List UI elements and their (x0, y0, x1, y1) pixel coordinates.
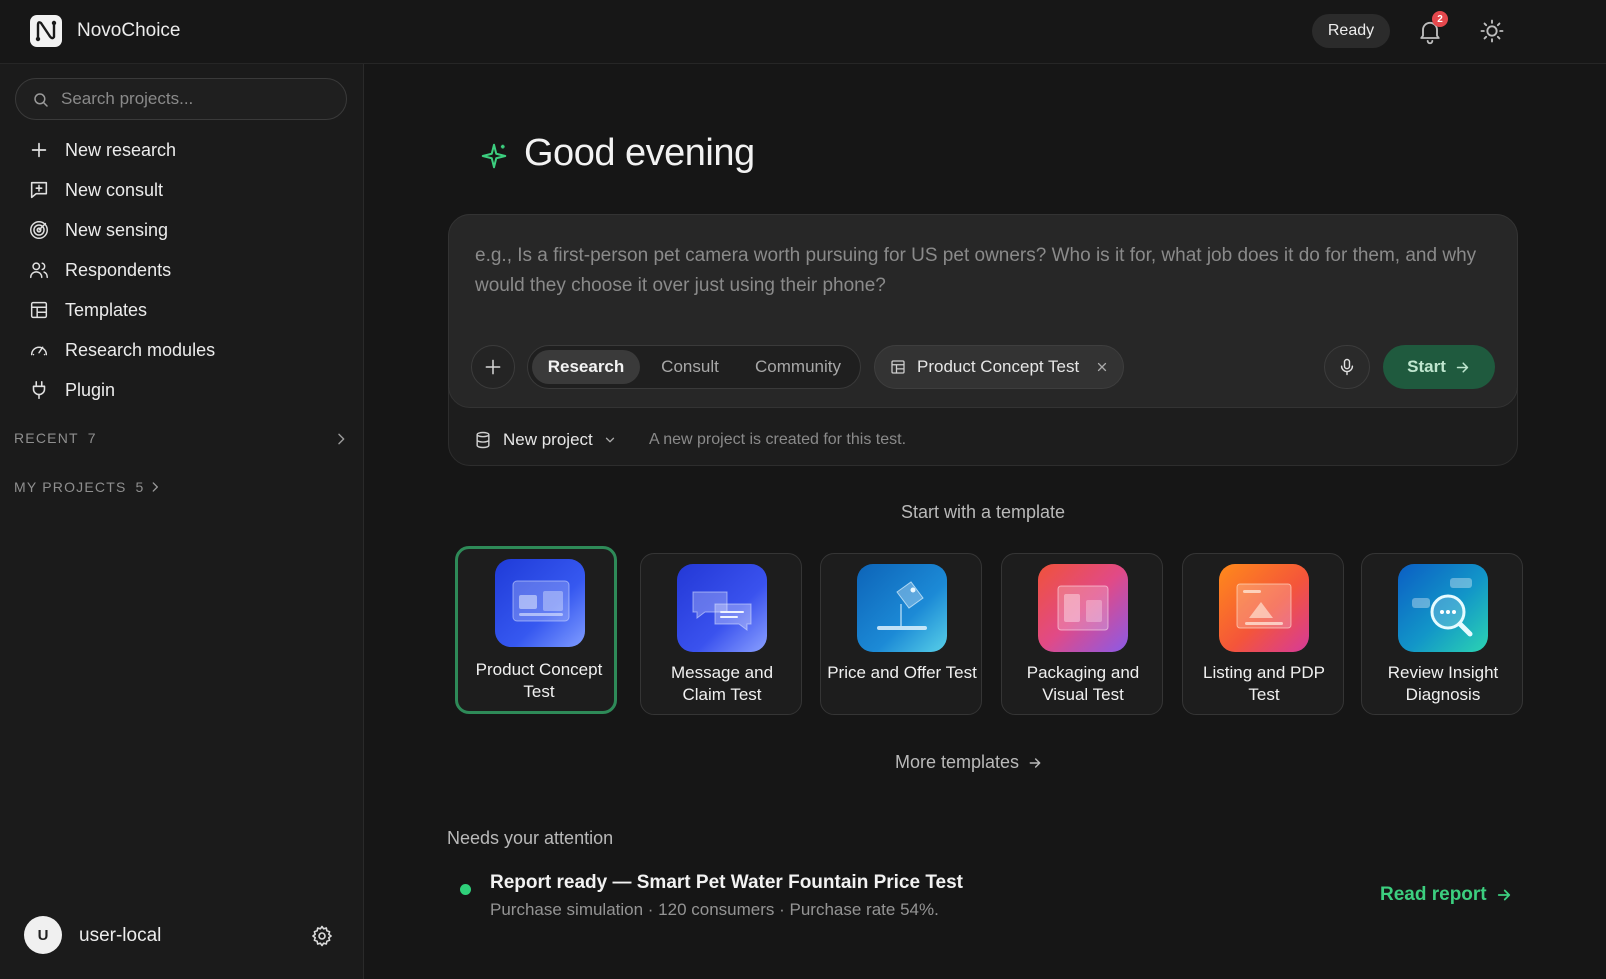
template-card-label: Price and Offer Test (827, 663, 977, 682)
sidebar-item-label: Plugin (65, 379, 116, 400)
my-projects-count: 5 (135, 479, 145, 495)
project-selector[interactable]: New project (473, 427, 617, 453)
project-note: A new project is created for this test. (649, 431, 907, 448)
template-card-price-and-offer-test[interactable]: Price and Offer Test (820, 553, 982, 715)
plus-icon (485, 359, 501, 375)
template-card-label: Packaging and Visual Test (1026, 663, 1140, 704)
read-report-label: Read report (1380, 884, 1487, 905)
report-subtitle: Purchase simulation · 120 consumers · Pu… (490, 900, 939, 919)
more-templates-label: More templates (895, 752, 1020, 772)
app-name: NovoChoice (77, 20, 181, 41)
recent-count: 7 (87, 430, 97, 446)
microphone-button[interactable] (1324, 345, 1370, 389)
chevron-down-icon (605, 437, 614, 443)
sidebar-item-label: New consult (65, 179, 164, 200)
chat-plus-icon (30, 181, 48, 199)
mode-consult-button[interactable]: Consult (642, 350, 738, 384)
sidebar-item-label: Templates (65, 299, 148, 320)
mode-selector: Research Consult Community (527, 345, 861, 389)
template-card-review-insight-diagnosis[interactable]: Review Insight Diagnosis (1361, 553, 1523, 715)
sidebar-item-label: New sensing (65, 219, 169, 240)
sidebar-item-new-consult[interactable]: New consult (14, 172, 344, 208)
start-button-label: Start (1407, 357, 1446, 376)
search-icon (34, 93, 48, 107)
status-dot (460, 884, 471, 895)
username: user-local (79, 925, 162, 946)
top-bar: NovoChoice Ready 2 (0, 0, 1606, 64)
status-badge: Ready (1312, 14, 1390, 48)
sidebar-item-new-sensing[interactable]: New sensing (14, 212, 344, 248)
sidebar-item-label: Respondents (65, 259, 172, 280)
templates-heading: Start with a template (900, 502, 1066, 522)
recent-label: RECENT (14, 430, 79, 446)
gauge-icon (30, 346, 48, 356)
sidebar: New research New consult New sensing Res… (0, 64, 364, 979)
research-composer: e.g., Is a first-person pet camera worth… (448, 214, 1518, 466)
greeting-title: Good evening (524, 132, 755, 174)
packaging-visual-thumbnail-icon (1038, 564, 1128, 652)
review-insight-thumbnail-icon (1398, 564, 1488, 652)
sparkle-icon (481, 143, 507, 169)
plug-icon (32, 380, 46, 400)
database-icon (476, 431, 490, 449)
start-button[interactable]: Start (1383, 345, 1495, 389)
my-projects-label: MY PROJECTS (14, 479, 127, 495)
layout-icon (30, 301, 48, 319)
composer-input-area[interactable]: e.g., Is a first-person pet camera worth… (448, 214, 1518, 408)
more-templates-link[interactable]: More templates (895, 752, 1043, 773)
report-title[interactable]: Report ready — Smart Pet Water Fountain … (490, 872, 963, 894)
close-icon[interactable] (1095, 360, 1109, 374)
sidebar-item-label: Research modules (65, 339, 216, 360)
selected-template-label: Product Concept Test (917, 357, 1080, 376)
gear-icon[interactable] (310, 924, 334, 948)
users-icon (30, 262, 48, 279)
novochoice-logo-icon[interactable] (30, 15, 62, 47)
user-profile[interactable]: U user-local (24, 916, 344, 956)
sun-icon[interactable] (1478, 17, 1506, 45)
layout-icon (891, 360, 905, 374)
template-card-label: Product Concept Test (475, 660, 603, 701)
add-attachment-button[interactable] (471, 345, 515, 389)
radar-icon (30, 221, 48, 239)
arrow-right-icon (1456, 361, 1469, 373)
read-report-link[interactable]: Read report (1380, 884, 1513, 906)
template-card-packaging-and-visual-test[interactable]: Packaging and Visual Test (1001, 553, 1163, 715)
sidebar-item-new-research[interactable]: New research (14, 132, 344, 168)
listing-pdp-thumbnail-icon (1219, 564, 1309, 652)
selected-template-chip[interactable]: Product Concept Test (874, 345, 1124, 389)
mode-community-button[interactable]: Community (740, 350, 856, 384)
my-projects-section-toggle[interactable]: MY PROJECTS 5 (14, 479, 162, 495)
attention-heading: Needs your attention (447, 828, 614, 848)
chevron-right-icon[interactable] (333, 431, 349, 447)
template-card-label: Listing and PDP Test (1203, 663, 1325, 704)
avatar[interactable]: U (24, 916, 62, 954)
search-box (15, 78, 347, 120)
mode-research-button[interactable]: Research (532, 350, 640, 384)
project-selector-label: New project (503, 430, 593, 449)
search-input[interactable] (61, 79, 331, 119)
recent-section-toggle[interactable]: RECENT 7 (14, 430, 97, 446)
template-card-product-concept-test[interactable]: Product Concept Test (455, 546, 617, 714)
microphone-icon (1340, 358, 1354, 376)
sidebar-item-respondents[interactable]: Respondents (14, 252, 344, 288)
product-concept-thumbnail-icon (495, 559, 585, 647)
price-offer-thumbnail-icon (857, 564, 947, 652)
chevron-right-icon (152, 482, 158, 492)
arrow-right-icon (1497, 889, 1510, 901)
sidebar-item-templates[interactable]: Templates (14, 292, 344, 328)
sidebar-item-label: New research (65, 139, 177, 160)
sidebar-item-research-modules[interactable]: Research modules (14, 332, 344, 368)
template-card-label: Message and Claim Test (670, 663, 774, 704)
plus-icon (31, 142, 47, 158)
template-card-listing-and-pdp-test[interactable]: Listing and PDP Test (1182, 553, 1344, 715)
sidebar-item-plugin[interactable]: Plugin (14, 372, 344, 408)
message-claim-thumbnail-icon (677, 564, 767, 652)
arrow-right-icon (1029, 757, 1041, 768)
notification-count-badge: 2 (1432, 11, 1448, 27)
template-card-message-and-claim-test[interactable]: Message and Claim Test (640, 553, 802, 715)
template-card-label: Review Insight Diagnosis (1387, 663, 1499, 704)
prompt-placeholder[interactable]: e.g., Is a first-person pet camera worth… (475, 241, 1485, 301)
